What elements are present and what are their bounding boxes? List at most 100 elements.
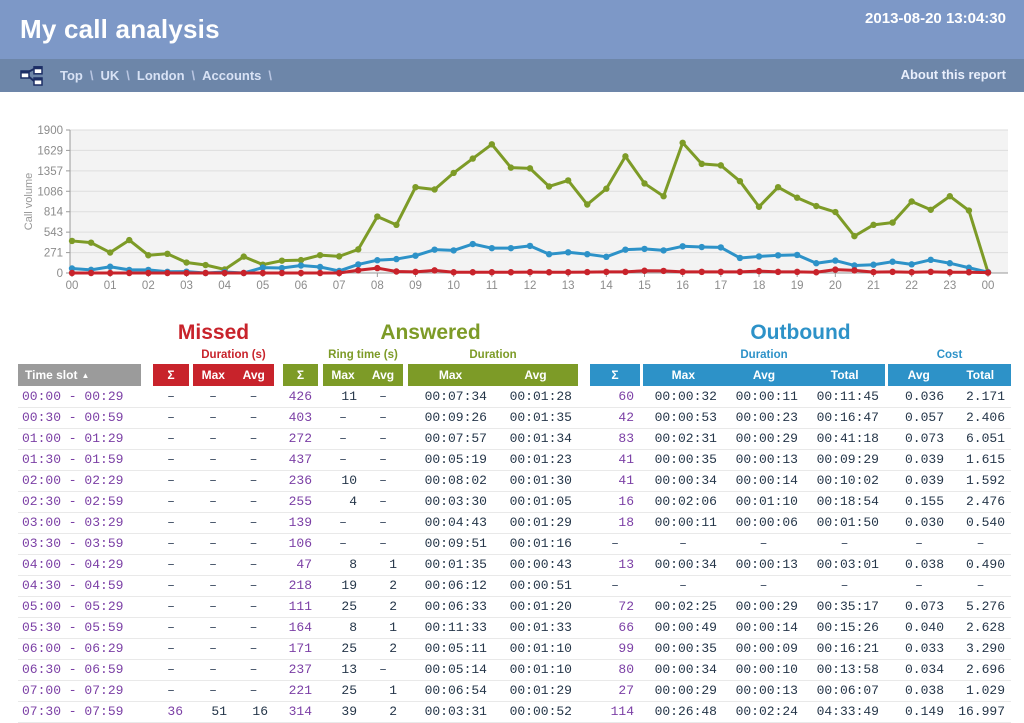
about-report-link[interactable]: About this report <box>901 67 1006 82</box>
timeslot-cell: 05:30 - 05:59 <box>18 618 141 638</box>
sum-cell: 42 <box>590 408 640 428</box>
breadcrumb-link-top[interactable]: Top <box>60 68 83 83</box>
value-cell: – <box>723 534 804 554</box>
sum-cell: 16 <box>590 492 640 512</box>
value-cell: – <box>888 576 950 596</box>
value-cell: 00:00:34 <box>643 555 723 575</box>
table-group-header-row: Missed Answered Outbound <box>18 318 1011 345</box>
value-cell: 0.540 <box>950 513 1011 533</box>
table-row: 02:30 - 02:59–––2554–00:03:3000:01:05160… <box>18 492 1011 513</box>
column-header-ringtime-maxavg[interactable]: Max Avg <box>323 364 403 386</box>
timeslot-cell: 05:00 - 05:29 <box>18 597 141 617</box>
value-cell: 1.029 <box>950 681 1011 701</box>
value-cell: 00:16:21 <box>804 639 885 659</box>
column-header-missed-sum[interactable]: Σ <box>153 364 189 386</box>
svg-text:02: 02 <box>142 280 155 292</box>
value-cell: – <box>323 429 363 449</box>
breadcrumb: Top\UK\London\Accounts\ <box>60 68 279 83</box>
value-cell: 19 <box>323 576 363 596</box>
report-timestamp: 2013-08-20 13:04:30 <box>865 10 1006 27</box>
value-cell: 00:41:18 <box>804 429 885 449</box>
svg-text:23: 23 <box>943 280 956 292</box>
value-cell: 1 <box>363 555 403 575</box>
breadcrumb-link-accounts[interactable]: Accounts <box>202 68 261 83</box>
breadcrumb-link-uk[interactable]: UK <box>100 68 119 83</box>
value-cell: 0.073 <box>888 429 950 449</box>
value-cell: 00:00:13 <box>723 555 804 575</box>
value-cell: – <box>193 492 233 512</box>
table-row: 03:00 - 03:29–––139––00:04:4300:01:29180… <box>18 513 1011 534</box>
value-cell: – <box>363 534 403 554</box>
value-cell: 00:01:20 <box>493 597 578 617</box>
timeslot-cell: 01:30 - 01:59 <box>18 450 141 470</box>
svg-text:14: 14 <box>600 280 613 292</box>
value-cell: 00:09:29 <box>804 450 885 470</box>
svg-text:1086: 1086 <box>37 186 63 198</box>
value-cell: 00:13:58 <box>804 660 885 680</box>
value-cell: 2.696 <box>950 660 1011 680</box>
table-row: 06:00 - 06:29–––17125200:05:1100:01:1099… <box>18 639 1011 660</box>
sitemap-icon[interactable] <box>20 66 46 86</box>
column-header-out-duration-avg[interactable]: Avg <box>724 364 805 386</box>
column-header-out-duration-total[interactable]: Total <box>804 364 885 386</box>
sum-cell: 272 <box>283 429 318 449</box>
breadcrumb-link-london[interactable]: London <box>137 68 185 83</box>
column-header-missed-avg[interactable]: Avg <box>234 364 275 386</box>
svg-text:1357: 1357 <box>37 166 63 178</box>
value-cell: 5.276 <box>950 597 1011 617</box>
column-header-outbound-duration[interactable]: Max Avg Total <box>643 364 885 386</box>
value-cell: 00:11:33 <box>408 618 493 638</box>
value-cell: 00:00:23 <box>723 408 804 428</box>
value-cell: 00:05:19 <box>408 450 493 470</box>
sum-cell: 60 <box>590 387 640 407</box>
value-cell: 00:00:35 <box>643 639 723 659</box>
sort-ascending-icon: ▲ <box>77 371 89 380</box>
svg-text:00: 00 <box>66 280 79 292</box>
value-cell: 00:09:26 <box>408 408 493 428</box>
column-header-outbound-sum[interactable]: Σ <box>590 364 640 386</box>
column-header-cost[interactable]: Avg Total <box>888 364 1011 386</box>
table-row: 04:30 - 04:59–––21819200:06:1200:00:51––… <box>18 576 1011 597</box>
value-cell: – <box>233 471 274 491</box>
column-header-missed-maxavg[interactable]: Max Avg <box>193 364 274 386</box>
value-cell: 00:01:23 <box>493 450 578 470</box>
value-cell: 00:01:10 <box>493 660 578 680</box>
sum-cell: 164 <box>283 618 318 638</box>
value-cell: 00:01:10 <box>723 492 804 512</box>
value-cell: – <box>723 576 804 596</box>
value-cell: – <box>888 534 950 554</box>
value-cell: 00:00:10 <box>723 660 804 680</box>
value-cell: 1.615 <box>950 450 1011 470</box>
column-header-cost-total[interactable]: Total <box>950 364 1012 386</box>
column-header-ans-duration-max[interactable]: Max <box>408 364 493 386</box>
value-cell: 00:00:13 <box>723 450 804 470</box>
value-cell: 00:16:47 <box>804 408 885 428</box>
column-header-ring-avg[interactable]: Avg <box>363 364 403 386</box>
value-cell: – <box>153 618 189 638</box>
timeslot-cell: 00:00 - 00:29 <box>18 387 141 407</box>
column-header-out-duration-max[interactable]: Max <box>643 364 724 386</box>
sum-cell: 403 <box>283 408 318 428</box>
value-cell: 00:01:29 <box>493 681 578 701</box>
value-cell: 00:03:01 <box>804 555 885 575</box>
value-cell: 00:02:24 <box>723 702 804 722</box>
value-cell: 00:06:07 <box>804 681 885 701</box>
table-row: 01:30 - 01:59–––437––00:05:1900:01:23410… <box>18 450 1011 471</box>
table-row: 07:30 - 07:5936511631439200:03:3100:00:5… <box>18 702 1011 723</box>
value-cell: – <box>193 471 233 491</box>
svg-text:08: 08 <box>371 280 384 292</box>
column-header-answered-sum[interactable]: Σ <box>283 364 318 386</box>
value-cell: 0.030 <box>888 513 950 533</box>
value-cell: 00:01:29 <box>493 513 578 533</box>
column-header-answered-duration-maxavg[interactable]: Max Avg <box>408 364 578 386</box>
value-cell: 1.592 <box>950 471 1011 491</box>
column-header-ring-max[interactable]: Max <box>323 364 363 386</box>
column-header-ans-duration-avg[interactable]: Avg <box>493 364 578 386</box>
sum-cell: 18 <box>590 513 640 533</box>
column-header-cost-avg[interactable]: Avg <box>888 364 950 386</box>
column-header-missed-max[interactable]: Max <box>193 364 234 386</box>
column-header-timeslot[interactable]: Time slot▲ <box>18 364 141 386</box>
svg-text:Call volume: Call volume <box>23 173 35 230</box>
app-header: My call analysis 2013-08-20 13:04:30 <box>0 0 1024 59</box>
value-cell: – <box>804 534 885 554</box>
